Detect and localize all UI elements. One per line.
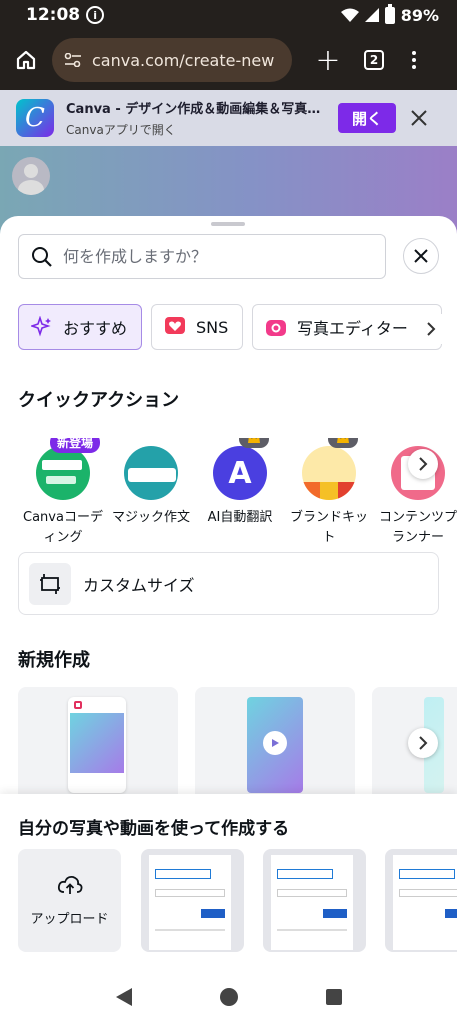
quick-actions-scroll-right-button[interactable]: [408, 449, 438, 479]
canva-app-logo: C: [16, 99, 54, 137]
recents-icon[interactable]: [325, 989, 342, 1005]
close-icon: [414, 249, 428, 263]
translate-icon: A: [213, 446, 267, 500]
wifi-icon: [340, 8, 359, 22]
chip-recommended[interactable]: おすすめ: [18, 304, 142, 350]
search-icon: [32, 246, 52, 267]
info-icon: i: [86, 6, 105, 24]
instagram-icon: [74, 701, 82, 709]
quick-action-label: コンテンツプランナー: [378, 510, 457, 545]
new-create-heading: 新規作成: [18, 650, 90, 671]
open-app-button[interactable]: 開く: [338, 103, 396, 133]
brand-kit-icon: [302, 446, 356, 500]
home-circle-icon[interactable]: [219, 988, 238, 1006]
own-media-heading: 自分の写真や動画を使って作成する: [18, 819, 290, 839]
quick-action-ai-translate[interactable]: A AI自動翻訳: [195, 438, 285, 528]
site-settings-icon[interactable]: [64, 53, 82, 67]
chevron-right-icon: [419, 736, 428, 750]
upload-label: アップロード: [30, 912, 109, 927]
avatar[interactable]: [12, 157, 50, 195]
search-input[interactable]: [63, 247, 363, 266]
battery-icon: [384, 3, 395, 24]
status-bar: 12:08 i 89%: [0, 0, 457, 30]
magic-write-icon: [124, 446, 178, 500]
quick-action-label: マジック作文: [111, 510, 190, 525]
tab-switcher-button[interactable]: 2: [364, 50, 384, 70]
chip-photo-editor[interactable]: 写真エディター: [252, 304, 442, 350]
chip-label: SNS: [196, 317, 229, 337]
quick-action-magic-write[interactable]: マジック作文: [106, 438, 196, 528]
heart-icon: [164, 316, 186, 338]
media-thumbnail[interactable]: [385, 849, 457, 952]
app-banner: C Canva - デザイン作成＆動画編集＆写真… Canvaアプリで開く 開く: [0, 90, 457, 146]
system-navigation-bar: [0, 970, 457, 1024]
browser-toolbar: canva.com/create-new + 2: [0, 30, 457, 90]
chip-label: 写真エディター: [297, 319, 408, 338]
url-text: canva.com/create-new: [92, 50, 275, 70]
create-sheet: おすすめ SNS 写真エディター クイックアクション 新登場 Canvaコーディ…: [0, 216, 457, 970]
search-box[interactable]: [18, 234, 386, 279]
battery-percent: 89%: [400, 5, 439, 25]
resize-icon: [29, 562, 71, 605]
custom-size-button[interactable]: カスタムサイズ: [18, 552, 439, 615]
quick-action-canva-code[interactable]: 新登場 Canvaコーディング: [18, 438, 108, 548]
sparkle-icon: [31, 316, 53, 338]
media-thumbnail[interactable]: [141, 849, 244, 952]
camera-icon: [265, 316, 287, 338]
chevron-right-icon: [419, 457, 428, 471]
status-indicators: 89%: [340, 3, 439, 25]
close-icon: [411, 110, 427, 126]
quick-actions-row: 新登場 Canvaコーディング マジック作文 A AI自動翻訳 ブランドキット …: [0, 438, 457, 548]
back-icon[interactable]: [115, 988, 132, 1006]
chevron-right-icon: [427, 322, 436, 336]
canva-code-icon: [36, 446, 90, 500]
quick-action-label: AI自動翻訳: [207, 510, 273, 525]
quick-actions-heading: クイックアクション: [18, 390, 180, 411]
app-banner-subtitle: Canvaアプリで開く: [66, 123, 176, 137]
home-icon: [16, 50, 36, 70]
media-thumbnail[interactable]: [263, 849, 366, 952]
own-media-section: 自分の写真や動画を使って作成する アップロード: [0, 794, 457, 970]
new-tab-button[interactable]: +: [300, 43, 356, 78]
home-button[interactable]: [0, 49, 52, 71]
new-design-templates: [18, 687, 457, 807]
signal-icon: [364, 8, 379, 22]
app-banner-title: Canva - デザイン作成＆動画編集＆写真…: [66, 102, 321, 117]
banner-close-button[interactable]: [410, 109, 428, 127]
status-time: 12:08: [26, 5, 81, 25]
chip-label: おすすめ: [63, 319, 128, 338]
chips-scroll-right-button[interactable]: [416, 314, 446, 344]
browser-menu-button[interactable]: [412, 51, 416, 69]
quick-action-brand-kit[interactable]: ブランドキット: [284, 438, 374, 548]
sheet-close-button[interactable]: [403, 238, 439, 274]
quick-action-label: ブランドキット: [289, 510, 368, 545]
crown-icon: [328, 438, 358, 448]
cloud-upload-icon: [57, 875, 82, 894]
quick-action-label: Canvaコーディング: [23, 510, 103, 545]
crown-icon: [239, 438, 269, 448]
upload-button[interactable]: アップロード: [18, 849, 121, 952]
new-create-scroll-right-button[interactable]: [408, 728, 438, 758]
play-icon: [263, 731, 287, 755]
category-chips: おすすめ SNS 写真エディター: [18, 304, 457, 352]
template-video[interactable]: [195, 687, 355, 807]
template-instagram-post[interactable]: [18, 687, 178, 807]
new-badge: 新登場: [50, 438, 101, 453]
chip-sns[interactable]: SNS: [151, 304, 243, 350]
sheet-drag-handle[interactable]: [211, 222, 245, 226]
address-bar[interactable]: canva.com/create-new: [52, 38, 292, 82]
custom-size-label: カスタムサイズ: [83, 575, 195, 595]
